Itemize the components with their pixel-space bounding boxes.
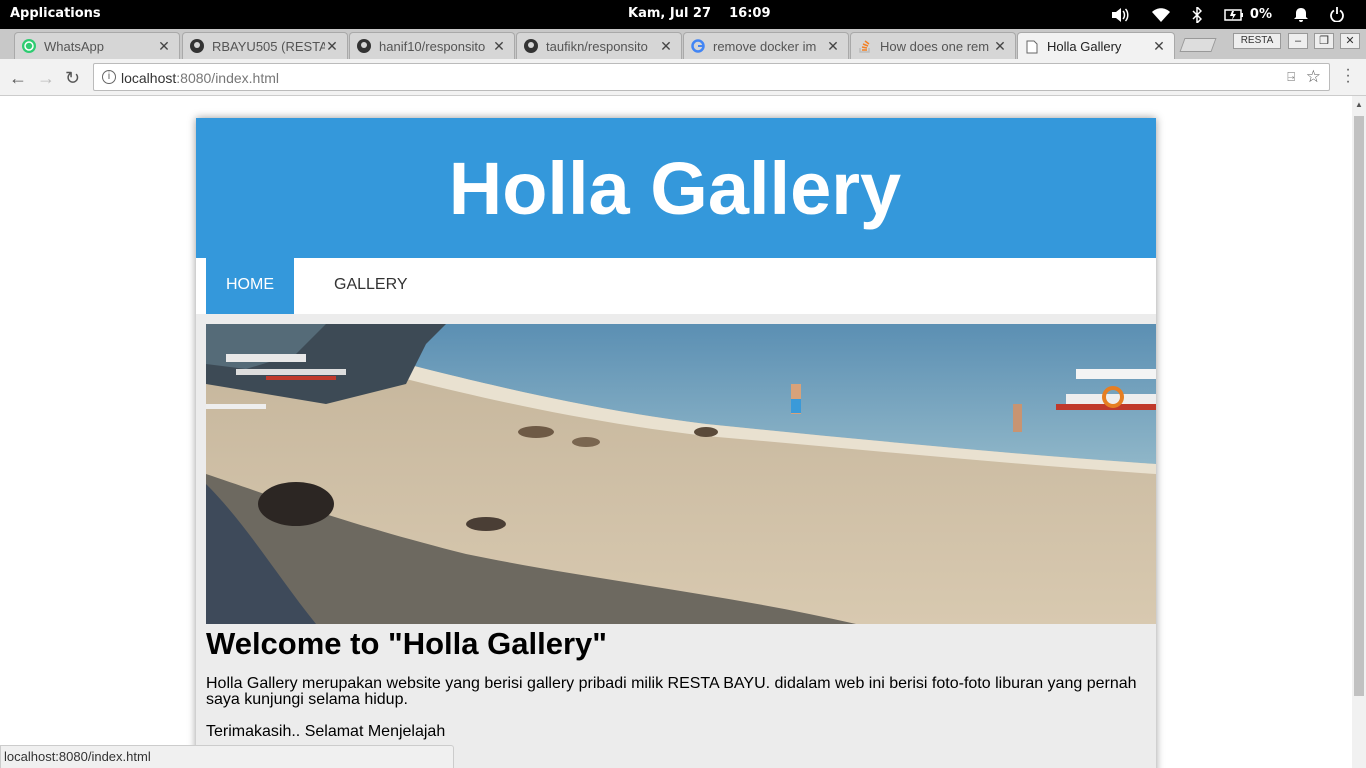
system-top-bar: Applications Kam, Jul 27 16:09 0%	[0, 0, 1366, 29]
close-tab-icon[interactable]: ✕	[826, 38, 840, 55]
site-container: Holla Gallery HOME GALLERY Welcome to "H…	[196, 118, 1156, 768]
new-tab-button[interactable]	[1179, 38, 1217, 52]
stackoverflow-icon	[857, 38, 873, 54]
scroll-up-icon[interactable]: ▲	[1355, 100, 1363, 109]
site-description: Holla Gallery merupakan website yang ber…	[206, 675, 1137, 708]
tab-title: hanif10/responsito	[379, 38, 486, 54]
tab-title: How does one rem	[880, 38, 990, 54]
address-bar[interactable]: i localhost:8080/index.html ⍈ ☆	[93, 63, 1330, 91]
beach-hero-image	[206, 324, 1156, 624]
back-icon[interactable]: ←	[9, 68, 27, 89]
site-header: Holla Gallery	[196, 118, 1156, 258]
url-text[interactable]: localhost:8080/index.html	[121, 70, 279, 86]
volume-icon[interactable]	[1110, 0, 1130, 29]
tab-title: remove docker im	[713, 38, 817, 54]
bluetooth-icon[interactable]	[1192, 0, 1202, 29]
page-viewport: Holla Gallery HOME GALLERY Welcome to "H…	[0, 96, 1352, 768]
tab-github-rbayu[interactable]: RBAYU505 (RESTA ✕	[182, 32, 348, 59]
site-nav: HOME GALLERY	[196, 258, 1156, 314]
browser-menu-icon[interactable]: · · ·	[1343, 62, 1353, 90]
github-icon	[523, 38, 539, 54]
tab-github-taufik[interactable]: taufikn/responsito ✕	[516, 32, 682, 59]
system-tray: 0%	[1110, 0, 1366, 29]
profile-button[interactable]: RESTA	[1233, 33, 1281, 49]
nav-home-link[interactable]: HOME	[206, 258, 294, 314]
page-icon	[1024, 39, 1040, 55]
close-tab-icon[interactable]: ✕	[492, 38, 506, 55]
reload-icon[interactable]: ↻	[65, 68, 80, 89]
tab-google-search[interactable]: remove docker im ✕	[683, 32, 849, 59]
tab-github-hanif[interactable]: hanif10/responsito ✕	[349, 32, 515, 59]
welcome-heading: Welcome to "Holla Gallery"	[206, 626, 607, 661]
whatsapp-icon	[21, 38, 37, 54]
forward-icon[interactable]: →	[37, 68, 55, 89]
applications-menu[interactable]: Applications	[10, 6, 101, 21]
tab-title: RBAYU505 (RESTA	[212, 38, 325, 54]
status-bar: localhost:8080/index.html	[0, 745, 454, 768]
battery-icon[interactable]	[1224, 0, 1244, 29]
wifi-icon[interactable]	[1151, 0, 1170, 29]
translate-icon[interactable]: ⍈	[1287, 69, 1295, 85]
tab-title: taufikn/responsito	[546, 38, 648, 54]
tab-title: WhatsApp	[44, 38, 104, 54]
close-tab-icon[interactable]: ✕	[157, 38, 171, 55]
minimize-button[interactable]: –	[1288, 33, 1308, 49]
battery-percent: 0%	[1249, 7, 1272, 22]
tab-stackoverflow[interactable]: How does one rem ✕	[850, 32, 1016, 59]
close-tab-icon[interactable]: ✕	[659, 38, 673, 55]
vertical-scrollbar[interactable]: ▲	[1352, 96, 1366, 768]
thanks-message: Terimakasih.. Selamat Menjelajah	[206, 723, 446, 740]
nav-gallery-link[interactable]: GALLERY	[314, 258, 428, 314]
github-icon	[189, 38, 205, 54]
welcome-section: Welcome to "Holla Gallery" Holla Gallery…	[206, 626, 1146, 740]
close-tab-icon[interactable]: ✕	[325, 38, 339, 55]
power-icon[interactable]	[1330, 0, 1344, 29]
close-tab-icon[interactable]: ✕	[1152, 38, 1166, 55]
maximize-button[interactable]: ❐	[1314, 33, 1334, 49]
tab-whatsapp[interactable]: WhatsApp ✕	[14, 32, 180, 59]
scrollbar-thumb[interactable]	[1354, 116, 1364, 696]
close-tab-icon[interactable]: ✕	[993, 38, 1007, 55]
info-icon[interactable]: i	[102, 70, 116, 84]
github-icon	[356, 38, 372, 54]
google-icon	[690, 38, 706, 54]
browser-toolbar: ← → ↻ i localhost:8080/index.html ⍈ ☆	[0, 59, 1366, 96]
tab-strip: WhatsApp ✕ RBAYU505 (RESTA ✕ hanif10/res…	[0, 29, 1366, 60]
site-title: Holla Gallery	[448, 146, 902, 230]
notification-bell-icon[interactable]	[1294, 0, 1308, 29]
close-window-button[interactable]: ✕	[1340, 33, 1360, 49]
tab-title: Holla Gallery	[1047, 39, 1122, 54]
tab-holla-gallery[interactable]: Holla Gallery ✕	[1017, 32, 1175, 60]
bookmark-star-icon[interactable]: ☆	[1306, 67, 1321, 87]
clock[interactable]: Kam, Jul 27 16:09	[628, 6, 771, 21]
